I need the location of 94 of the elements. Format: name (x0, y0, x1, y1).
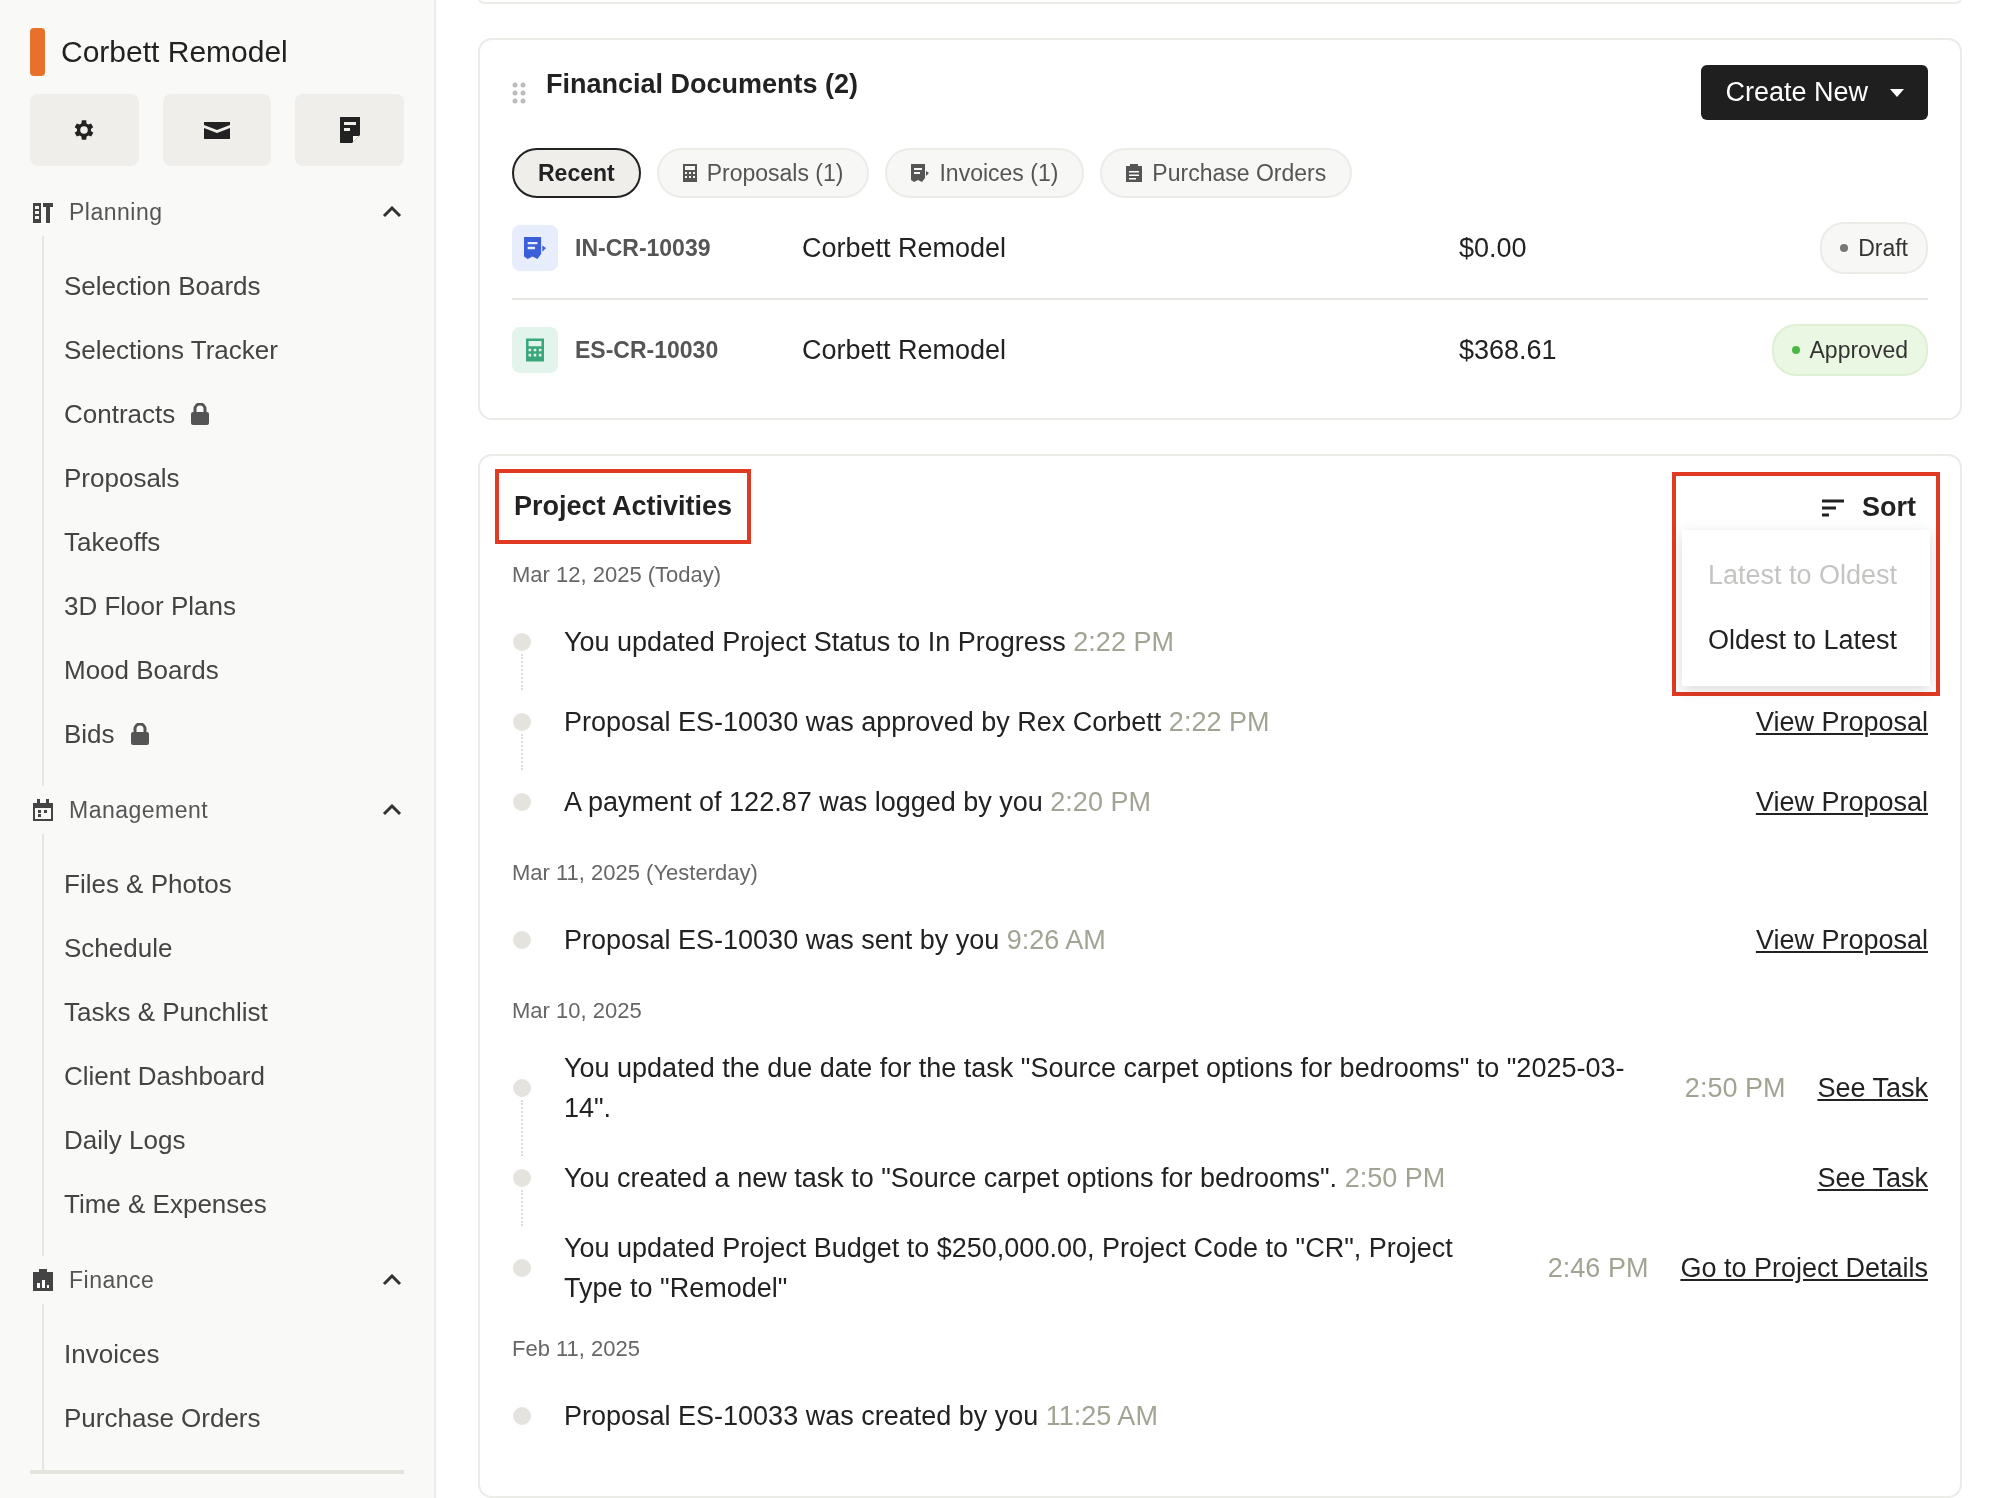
document-number[interactable]: IN-CR-10039 (558, 234, 802, 262)
notes-button[interactable] (295, 94, 404, 166)
nav-link[interactable]: Selection Boards (64, 254, 261, 318)
sort-button[interactable]: Sort (1822, 492, 1916, 523)
activity-text: You updated Project Budget to $250,000.00, Project Code to "CR", Project Type to "Remodel" (564, 1233, 1453, 1303)
section-title: Planning (69, 198, 164, 226)
status-badge: Draft (1820, 222, 1928, 274)
filter-tab[interactable]: Invoices (1) (885, 148, 1085, 198)
activity-link[interactable]: View Proposal (1755, 924, 1928, 956)
activity-link[interactable]: See Task (1817, 1162, 1928, 1194)
document-amount: $0.00 (1459, 232, 1528, 264)
nav-link[interactable]: Takeoffs (64, 510, 161, 574)
collapse-button[interactable] (382, 206, 404, 218)
envelope-icon (204, 120, 230, 140)
timeline-dot (513, 931, 531, 949)
nav-link[interactable]: Files & Photos (64, 852, 232, 916)
collapse-button[interactable] (382, 1274, 404, 1286)
note-icon (339, 117, 360, 143)
client-name: Corbett Remodel (802, 334, 1008, 366)
drag-handle-icon[interactable] (512, 80, 526, 105)
activity-text: Proposal ES-10033 was created by you (564, 1401, 1039, 1431)
activity-time: 2:50 PM (1684, 1072, 1786, 1104)
activity-text: You updated Project Status to In Progress (564, 627, 1066, 657)
filter-tab[interactable]: Purchase Orders (1100, 148, 1353, 198)
calculator-icon (682, 164, 697, 182)
activity-link[interactable]: Go to Project Details (1680, 1252, 1928, 1284)
filter-tab[interactable]: Proposals (1) (656, 148, 870, 198)
section-title: Management (69, 796, 210, 824)
activity-time: 2:22 PM (1073, 627, 1174, 657)
nav-link[interactable]: Proposals (64, 446, 180, 510)
timeline-dot (513, 713, 531, 731)
activity-link[interactable]: View Proposal (1755, 706, 1928, 738)
nav-link[interactable]: Mood Boards (64, 638, 219, 702)
activity-time: 2:46 PM (1547, 1252, 1649, 1284)
nav-link[interactable]: Purchase Orders (64, 1386, 261, 1450)
timeline-dot (513, 1169, 531, 1187)
activity-time: 11:25 AM (1045, 1401, 1158, 1431)
clipboard-chart-icon (33, 1269, 53, 1291)
nav-link[interactable]: Tasks & Punchlist (64, 980, 268, 1044)
chevron-up-icon (382, 206, 402, 218)
timeline-dot (513, 1079, 531, 1097)
create-new-button[interactable]: Create New (1701, 65, 1928, 120)
document-number[interactable]: ES-CR-10030 (558, 336, 802, 364)
date-heading: Mar 10, 2025 (512, 998, 642, 1024)
nav-link[interactable]: Selections Tracker (64, 318, 278, 382)
activity-time: 2:22 PM (1168, 707, 1270, 737)
filter-tab[interactable]: Recent (512, 148, 641, 198)
timeline-dot (513, 1259, 531, 1277)
section-heading: Project Activities (495, 469, 752, 544)
activity-link[interactable]: See Task (1817, 1072, 1928, 1104)
nav-link[interactable]: Bids (64, 702, 149, 766)
mail-button[interactable] (162, 94, 272, 166)
date-heading: Feb 11, 2025 (512, 1336, 641, 1362)
calendar-icon (33, 799, 53, 821)
tools-icon (33, 201, 53, 223)
card-title: Financial Documents (2) (546, 69, 860, 100)
collapse-button[interactable] (382, 804, 404, 816)
nav-link[interactable]: Invoices (64, 1322, 160, 1386)
activity-text: You created a new task to "Source carpet options for bedrooms". (564, 1163, 1338, 1193)
section-title: Finance (69, 1266, 156, 1294)
status-badge: Approved (1771, 324, 1928, 376)
activity-time: 2:20 PM (1050, 787, 1151, 817)
activity-link[interactable]: View Proposal (1755, 786, 1928, 818)
receipt-icon (911, 164, 930, 182)
activity-text: You updated the due date for the task "Source carpet options for bedrooms" to "2025-03-14". (564, 1053, 1625, 1123)
sort-icon (1822, 498, 1844, 517)
clipboard-icon (1126, 164, 1143, 182)
client-name: Corbett Remodel (802, 232, 1008, 264)
date-heading: Mar 11, 2025 (Yesterday) (512, 860, 758, 886)
timeline-dot (513, 793, 531, 811)
chevron-up-icon (382, 804, 402, 816)
nav-link[interactable]: Time & Expenses (64, 1172, 267, 1236)
activity-time: 9:26 AM (1006, 925, 1106, 955)
activity-text: Proposal ES-10030 was sent by you (564, 925, 1000, 955)
timeline-dot (513, 1407, 531, 1425)
timeline-dot (513, 633, 531, 651)
activity-text: A payment of 122.87 was logged by you (564, 787, 1043, 817)
activity-time: 2:50 PM (1344, 1163, 1446, 1193)
calculator-icon (512, 327, 558, 373)
chevron-up-icon (382, 1274, 402, 1286)
settings-button[interactable] (30, 94, 139, 166)
nav-link[interactable]: Schedule (64, 916, 173, 980)
nav-link[interactable]: Daily Logs (64, 1108, 186, 1172)
project-color-mark (30, 28, 45, 76)
date-heading: Mar 12, 2025 (Today) (512, 562, 722, 588)
activity-text: Proposal ES-10030 was approved by Rex Corbett (564, 707, 1162, 737)
caret-icon (1890, 88, 1904, 97)
document-amount: $368.61 (1459, 334, 1558, 366)
nav-link[interactable]: Client Dashboard (64, 1044, 265, 1108)
project-name: Corbett Remodel (61, 35, 288, 69)
receipt-icon (512, 225, 558, 271)
nav-link[interactable]: Contracts (64, 382, 210, 446)
nav-link[interactable]: 3D Floor Plans (64, 574, 236, 638)
sort-option[interactable]: Oldest to Latest (1708, 625, 1908, 656)
